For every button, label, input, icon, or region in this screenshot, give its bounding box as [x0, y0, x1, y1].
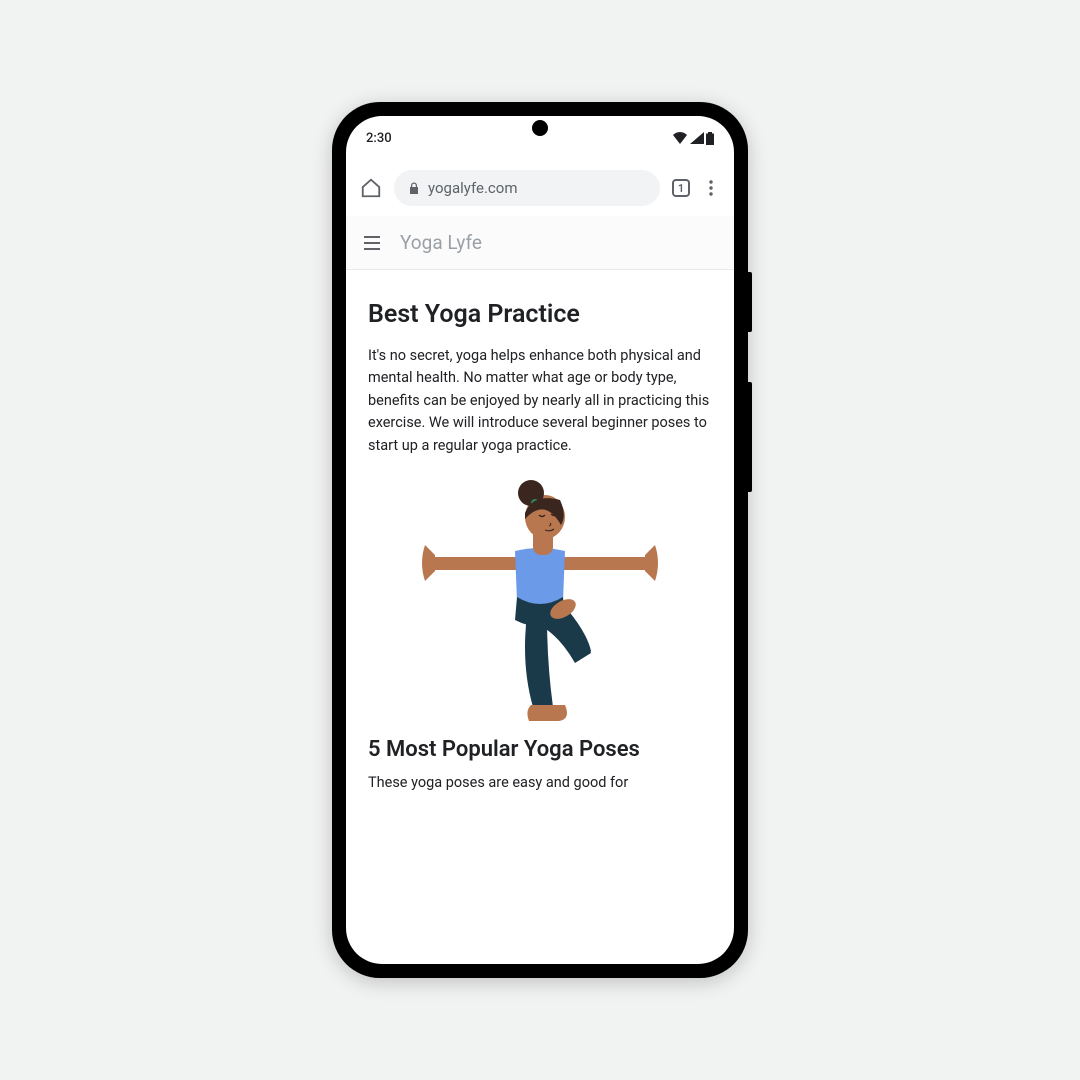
lock-icon — [408, 182, 420, 194]
menu-icon[interactable] — [702, 179, 720, 197]
home-icon[interactable] — [360, 177, 382, 199]
battery-icon — [706, 132, 714, 145]
phone-frame: 2:30 yogalyfe.com 1 Yoga Lyfe Best Yoga — [332, 102, 748, 978]
status-time: 2:30 — [366, 131, 392, 146]
volume-button — [748, 382, 752, 492]
browser-bar: yogalyfe.com 1 — [346, 160, 734, 216]
url-text: yogalyfe.com — [428, 179, 517, 197]
article-body: It's no secret, yoga helps enhance both … — [368, 345, 712, 457]
status-icons — [672, 132, 714, 145]
yoga-illustration — [368, 475, 712, 725]
wifi-icon — [672, 132, 688, 144]
content-area[interactable]: Best Yoga Practice It's no secret, yoga … — [346, 270, 734, 964]
power-button — [748, 272, 752, 332]
site-title: Yoga Lyfe — [400, 231, 482, 254]
section-title: 5 Most Popular Yoga Poses — [368, 737, 712, 762]
section-body: These yoga poses are easy and good for — [368, 772, 712, 794]
hamburger-icon[interactable] — [362, 233, 382, 253]
tab-count-value: 1 — [678, 182, 684, 195]
article-title: Best Yoga Practice — [368, 300, 712, 329]
screen: 2:30 yogalyfe.com 1 Yoga Lyfe Best Yoga — [346, 116, 734, 964]
tab-counter[interactable]: 1 — [672, 179, 690, 197]
site-header: Yoga Lyfe — [346, 216, 734, 270]
cell-icon — [690, 132, 704, 144]
url-bar[interactable]: yogalyfe.com — [394, 170, 660, 206]
camera-notch — [532, 120, 548, 136]
